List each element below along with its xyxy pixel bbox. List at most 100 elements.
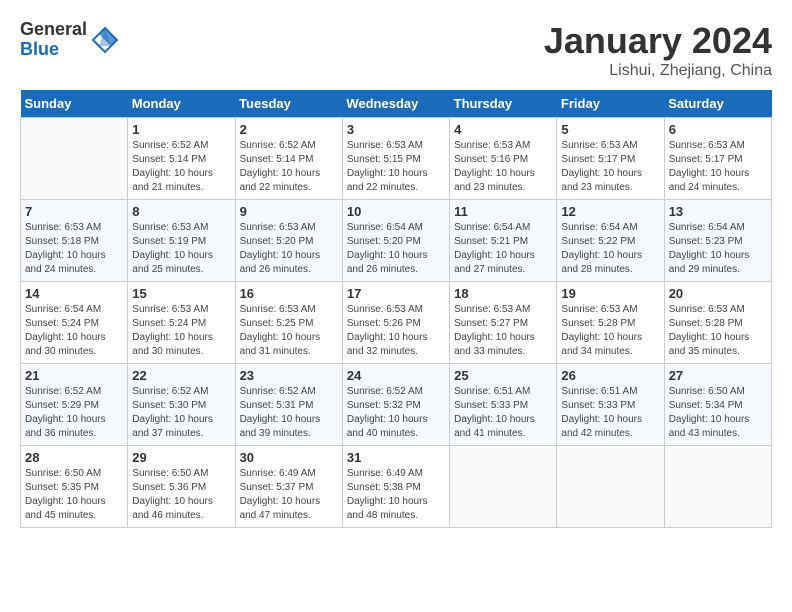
day-info: Sunrise: 6:54 AMSunset: 5:24 PMDaylight:… bbox=[25, 303, 123, 359]
calendar-cell: 13Sunrise: 6:54 AMSunset: 5:23 PMDayligh… bbox=[664, 200, 771, 282]
week-row-5: 28 Sunrise: 6:50 AMSunset: 5:35 PMDayligh… bbox=[21, 446, 772, 528]
day-number: 16 bbox=[240, 286, 338, 301]
calendar-cell: 3 Sunrise: 6:53 AMSunset: 5:15 PMDaylight… bbox=[342, 118, 449, 200]
calendar-cell: 26 Sunrise: 6:51 AMSunset: 5:33 PMDayligh… bbox=[557, 364, 664, 446]
day-number: 27 bbox=[669, 368, 767, 383]
day-info: Sunrise: 6:53 AMSunset: 5:20 PMDaylight:… bbox=[240, 221, 338, 277]
logo: General Blue bbox=[20, 20, 119, 60]
day-number: 14 bbox=[25, 286, 123, 301]
day-number: 11 bbox=[454, 204, 552, 219]
calendar-cell: 27 Sunrise: 6:50 AMSunset: 5:34 PMDayligh… bbox=[664, 364, 771, 446]
day-number: 4 bbox=[454, 122, 552, 137]
calendar-cell: 5Sunrise: 6:53 AMSunset: 5:17 PMDaylight… bbox=[557, 118, 664, 200]
calendar-cell: 29 Sunrise: 6:50 AMSunset: 5:36 PMDayligh… bbox=[128, 446, 235, 528]
day-info: Sunrise: 6:51 AMSunset: 5:33 PMDaylight:… bbox=[454, 385, 552, 441]
day-info: Sunrise: 6:51 AMSunset: 5:33 PMDaylight:… bbox=[561, 385, 659, 441]
day-info: Sunrise: 6:50 AMSunset: 5:34 PMDaylight:… bbox=[669, 385, 767, 441]
day-number: 9 bbox=[240, 204, 338, 219]
calendar-table: SundayMondayTuesdayWednesdayThursdayFrid… bbox=[20, 90, 772, 528]
day-info: Sunrise: 6:53 AMSunset: 5:16 PMDaylight:… bbox=[454, 139, 552, 195]
calendar-cell: 8Sunrise: 6:53 AMSunset: 5:19 PMDaylight… bbox=[128, 200, 235, 282]
calendar-cell: 9 Sunrise: 6:53 AMSunset: 5:20 PMDaylight… bbox=[235, 200, 342, 282]
day-number: 24 bbox=[347, 368, 445, 383]
day-number: 3 bbox=[347, 122, 445, 137]
calendar-cell: 19 Sunrise: 6:53 AMSunset: 5:28 PMDayligh… bbox=[557, 282, 664, 364]
day-header-wednesday: Wednesday bbox=[342, 90, 449, 118]
day-info: Sunrise: 6:53 AMSunset: 5:15 PMDaylight:… bbox=[347, 139, 445, 195]
day-number: 29 bbox=[132, 450, 230, 465]
day-info: Sunrise: 6:52 AMSunset: 5:14 PMDaylight:… bbox=[132, 139, 230, 195]
calendar-cell: 22Sunrise: 6:52 AMSunset: 5:30 PMDayligh… bbox=[128, 364, 235, 446]
calendar-cell bbox=[557, 446, 664, 528]
day-number: 7 bbox=[25, 204, 123, 219]
logo-icon bbox=[91, 26, 119, 54]
calendar-cell: 30 Sunrise: 6:49 AMSunset: 5:37 PMDayligh… bbox=[235, 446, 342, 528]
day-header-tuesday: Tuesday bbox=[235, 90, 342, 118]
day-header-thursday: Thursday bbox=[450, 90, 557, 118]
day-number: 12 bbox=[561, 204, 659, 219]
day-number: 25 bbox=[454, 368, 552, 383]
day-info: Sunrise: 6:54 AMSunset: 5:20 PMDaylight:… bbox=[347, 221, 445, 277]
day-info: Sunrise: 6:53 AMSunset: 5:19 PMDaylight:… bbox=[132, 221, 230, 277]
calendar-cell: 23Sunrise: 6:52 AMSunset: 5:31 PMDayligh… bbox=[235, 364, 342, 446]
calendar-cell bbox=[21, 118, 128, 200]
calendar-title: January 2024 bbox=[544, 20, 772, 62]
calendar-cell: 11 Sunrise: 6:54 AMSunset: 5:21 PMDayligh… bbox=[450, 200, 557, 282]
day-number: 19 bbox=[561, 286, 659, 301]
day-info: Sunrise: 6:53 AMSunset: 5:17 PMDaylight:… bbox=[669, 139, 767, 195]
day-info: Sunrise: 6:53 AMSunset: 5:25 PMDaylight:… bbox=[240, 303, 338, 359]
day-info: Sunrise: 6:50 AMSunset: 5:36 PMDaylight:… bbox=[132, 467, 230, 523]
day-number: 28 bbox=[25, 450, 123, 465]
calendar-cell: 24 Sunrise: 6:52 AMSunset: 5:32 PMDayligh… bbox=[342, 364, 449, 446]
day-number: 10 bbox=[347, 204, 445, 219]
day-number: 17 bbox=[347, 286, 445, 301]
day-number: 26 bbox=[561, 368, 659, 383]
day-header-monday: Monday bbox=[128, 90, 235, 118]
day-number: 30 bbox=[240, 450, 338, 465]
calendar-cell: 4 Sunrise: 6:53 AMSunset: 5:16 PMDaylight… bbox=[450, 118, 557, 200]
title-section: January 2024 Lishui, Zhejiang, China bbox=[544, 20, 772, 80]
week-row-2: 7Sunrise: 6:53 AMSunset: 5:18 PMDaylight… bbox=[21, 200, 772, 282]
day-number: 6 bbox=[669, 122, 767, 137]
calendar-cell: 1 Sunrise: 6:52 AMSunset: 5:14 PMDaylight… bbox=[128, 118, 235, 200]
day-info: Sunrise: 6:53 AMSunset: 5:27 PMDaylight:… bbox=[454, 303, 552, 359]
day-header-saturday: Saturday bbox=[664, 90, 771, 118]
day-info: Sunrise: 6:49 AMSunset: 5:37 PMDaylight:… bbox=[240, 467, 338, 523]
calendar-cell: 16 Sunrise: 6:53 AMSunset: 5:25 PMDayligh… bbox=[235, 282, 342, 364]
day-info: Sunrise: 6:52 AMSunset: 5:14 PMDaylight:… bbox=[240, 139, 338, 195]
calendar-cell: 14 Sunrise: 6:54 AMSunset: 5:24 PMDayligh… bbox=[21, 282, 128, 364]
calendar-cell: 25 Sunrise: 6:51 AMSunset: 5:33 PMDayligh… bbox=[450, 364, 557, 446]
day-header-friday: Friday bbox=[557, 90, 664, 118]
day-number: 15 bbox=[132, 286, 230, 301]
day-number: 18 bbox=[454, 286, 552, 301]
calendar-cell: 18 Sunrise: 6:53 AMSunset: 5:27 PMDayligh… bbox=[450, 282, 557, 364]
day-info: Sunrise: 6:53 AMSunset: 5:17 PMDaylight:… bbox=[561, 139, 659, 195]
day-number: 1 bbox=[132, 122, 230, 137]
calendar-cell bbox=[450, 446, 557, 528]
calendar-cell: 28 Sunrise: 6:50 AMSunset: 5:35 PMDayligh… bbox=[21, 446, 128, 528]
day-info: Sunrise: 6:53 AMSunset: 5:26 PMDaylight:… bbox=[347, 303, 445, 359]
day-info: Sunrise: 6:52 AMSunset: 5:32 PMDaylight:… bbox=[347, 385, 445, 441]
day-info: Sunrise: 6:53 AMSunset: 5:28 PMDaylight:… bbox=[669, 303, 767, 359]
calendar-cell: 7Sunrise: 6:53 AMSunset: 5:18 PMDaylight… bbox=[21, 200, 128, 282]
logo-blue-text: Blue bbox=[20, 40, 87, 60]
logo-general-text: General bbox=[20, 20, 87, 40]
day-number: 20 bbox=[669, 286, 767, 301]
calendar-cell: 15Sunrise: 6:53 AMSunset: 5:24 PMDayligh… bbox=[128, 282, 235, 364]
calendar-cell bbox=[664, 446, 771, 528]
header: General Blue January 2024 Lishui, Zhejia… bbox=[20, 20, 772, 80]
calendar-cell: 6 Sunrise: 6:53 AMSunset: 5:17 PMDaylight… bbox=[664, 118, 771, 200]
calendar-cell: 12 Sunrise: 6:54 AMSunset: 5:22 PMDayligh… bbox=[557, 200, 664, 282]
day-info: Sunrise: 6:52 AMSunset: 5:29 PMDaylight:… bbox=[25, 385, 123, 441]
day-info: Sunrise: 6:53 AMSunset: 5:28 PMDaylight:… bbox=[561, 303, 659, 359]
day-info: Sunrise: 6:54 AMSunset: 5:23 PMDaylight:… bbox=[669, 221, 767, 277]
calendar-cell: 21Sunrise: 6:52 AMSunset: 5:29 PMDayligh… bbox=[21, 364, 128, 446]
day-info: Sunrise: 6:54 AMSunset: 5:21 PMDaylight:… bbox=[454, 221, 552, 277]
day-info: Sunrise: 6:54 AMSunset: 5:22 PMDaylight:… bbox=[561, 221, 659, 277]
day-info: Sunrise: 6:52 AMSunset: 5:30 PMDaylight:… bbox=[132, 385, 230, 441]
day-number: 2 bbox=[240, 122, 338, 137]
calendar-cell: 2 Sunrise: 6:52 AMSunset: 5:14 PMDaylight… bbox=[235, 118, 342, 200]
day-number: 23 bbox=[240, 368, 338, 383]
day-number: 31 bbox=[347, 450, 445, 465]
day-info: Sunrise: 6:50 AMSunset: 5:35 PMDaylight:… bbox=[25, 467, 123, 523]
